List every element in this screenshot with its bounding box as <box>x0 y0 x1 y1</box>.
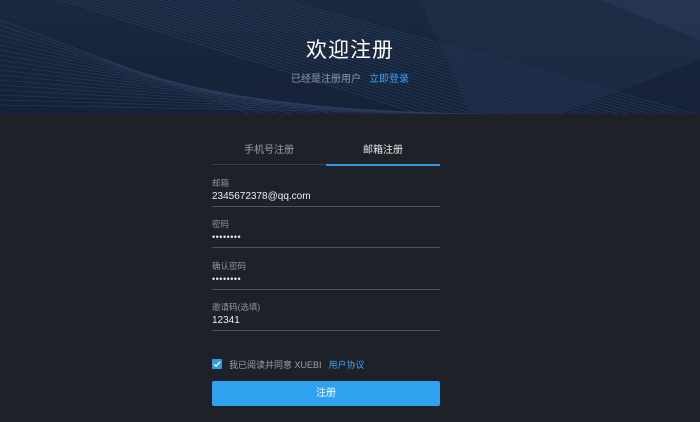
checkmark-icon <box>213 361 221 368</box>
email-field[interactable]: 邮箱 2345672378@qq.com <box>212 178 440 207</box>
login-link[interactable]: 立即登录 <box>369 74 409 85</box>
agreement-text: 我已阅读并同意 XUEBI <box>229 359 322 370</box>
hero-banner: 欢迎注册 已经是注册用户 立即登录 <box>0 0 700 114</box>
password-field[interactable]: 密码 •••••••• <box>212 219 440 248</box>
login-prompt: 已经是注册用户 立即登录 <box>0 70 700 85</box>
invite-code-input[interactable]: 12341 <box>212 314 440 327</box>
email-label: 邮箱 <box>212 178 230 188</box>
agreement-checkbox[interactable] <box>212 359 222 369</box>
confirm-password-input[interactable]: •••••••• <box>212 273 440 286</box>
invite-code-label: 邀请码(选填) <box>212 302 261 312</box>
confirm-password-label: 确认密码 <box>212 261 247 271</box>
register-tabs: 手机号注册 邮箱注册 <box>212 143 440 166</box>
agreement-row: 我已阅读并同意 XUEBI 用户协议 <box>212 357 365 371</box>
tab-phone-register[interactable]: 手机号注册 <box>212 143 326 164</box>
login-prompt-text: 已经是注册用户 <box>291 74 361 85</box>
register-page: 欢迎注册 已经是注册用户 立即登录 手机号注册 邮箱注册 邮箱 234567237… <box>0 0 700 422</box>
user-agreement-link[interactable]: 用户协议 <box>329 358 365 371</box>
email-input[interactable]: 2345672378@qq.com <box>212 190 440 203</box>
register-button[interactable]: 注册 <box>212 381 440 406</box>
invite-code-field[interactable]: 邀请码(选填) 12341 <box>212 302 440 331</box>
confirm-password-field[interactable]: 确认密码 •••••••• <box>212 261 440 290</box>
password-label: 密码 <box>212 219 230 229</box>
password-input[interactable]: •••••••• <box>212 231 440 244</box>
tab-email-register[interactable]: 邮箱注册 <box>326 143 440 166</box>
page-title: 欢迎注册 <box>306 39 394 62</box>
